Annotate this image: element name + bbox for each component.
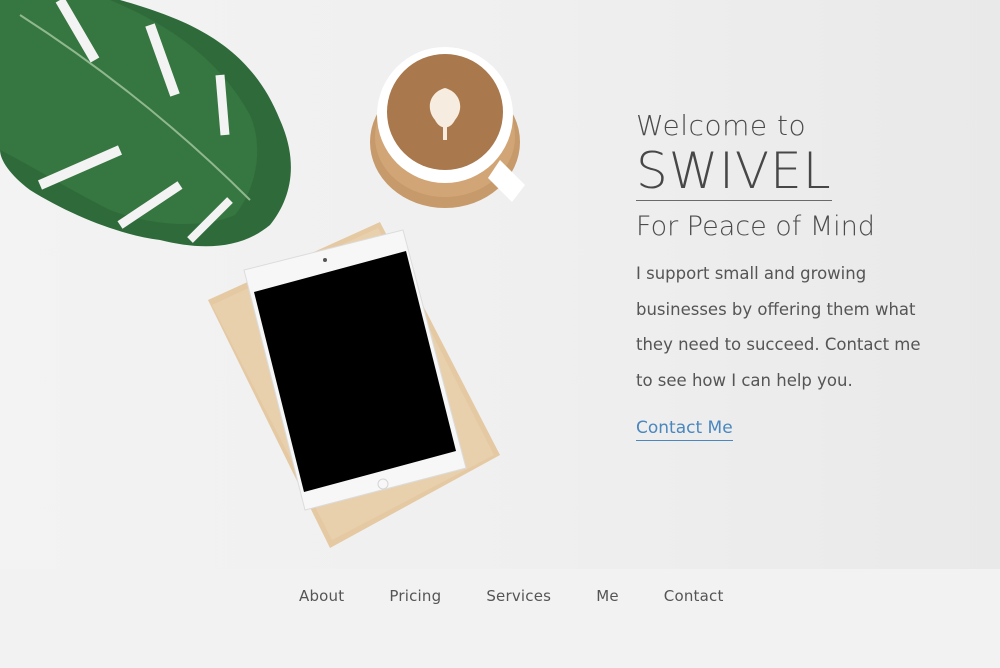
coffee-cup-image bbox=[370, 47, 525, 208]
contact-me-link[interactable]: Contact Me bbox=[636, 418, 733, 442]
intro-paragraph: I support small and growing businesses b… bbox=[636, 264, 921, 390]
footer-nav: About Pricing Services Me Contact bbox=[0, 569, 1000, 668]
nav-item-contact[interactable]: Contact bbox=[664, 587, 724, 605]
welcome-heading: Welcome to bbox=[636, 109, 807, 142]
hero-banner: Welcome to SWIVEL For Peace of Mind I su… bbox=[0, 0, 1000, 569]
nav-item-me[interactable]: Me bbox=[596, 587, 619, 605]
nav-item-services[interactable]: Services bbox=[486, 587, 551, 605]
tablet-image bbox=[243, 229, 467, 511]
hero-illustration bbox=[0, 0, 525, 548]
brand-title: SWIVEL bbox=[636, 142, 832, 201]
nav-item-pricing[interactable]: Pricing bbox=[389, 587, 441, 605]
hero-copy: Welcome to SWIVEL For Peace of Mind I su… bbox=[636, 109, 966, 442]
nav-item-about[interactable]: About bbox=[299, 587, 344, 605]
tagline: For Peace of Mind bbox=[636, 211, 875, 242]
nav-list: About Pricing Services Me Contact bbox=[299, 587, 769, 605]
monstera-leaf-image bbox=[0, 0, 291, 247]
